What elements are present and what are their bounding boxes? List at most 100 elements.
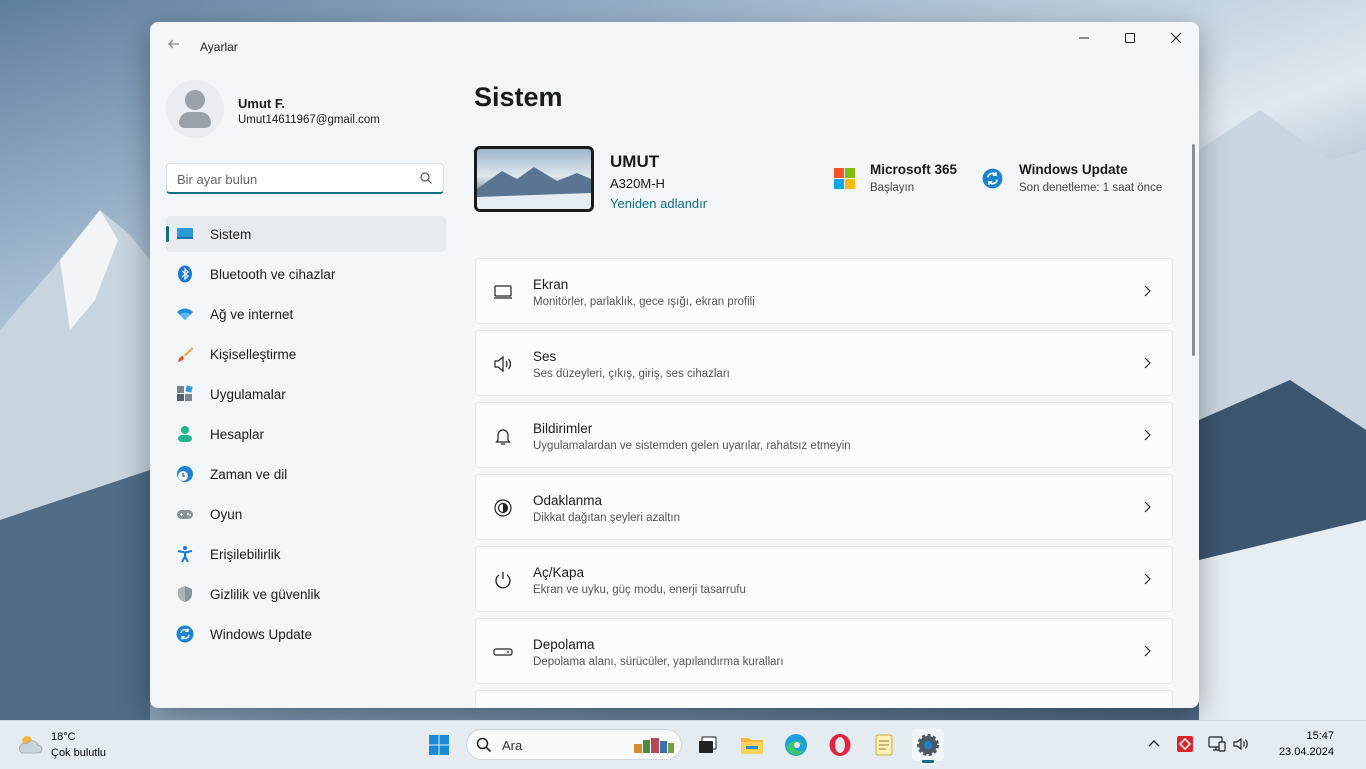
opera-button[interactable] — [824, 729, 856, 761]
sidebar-item-bluetooth[interactable]: Bluetooth ve cihazlar — [166, 256, 446, 292]
rename-device-link[interactable]: Yeniden adlandır — [610, 196, 707, 211]
globe-clock-icon — [177, 466, 193, 482]
card-title: Ses — [533, 349, 557, 364]
notepad-button[interactable] — [868, 729, 900, 761]
card-title: Ekran — [533, 277, 569, 292]
start-button[interactable] — [423, 729, 455, 761]
sidebar-item-time-language[interactable]: Zaman ve dil — [166, 456, 446, 492]
sidebar-item-label: Bluetooth ve cihazlar — [210, 267, 336, 282]
settings-list: Ekran Monitörler, parlaklık, gece ışığı,… — [475, 258, 1173, 708]
sidebar-item-label: Oyun — [210, 507, 243, 522]
sidebar-item-personalization[interactable]: Kişiselleştirme — [166, 336, 446, 372]
promo-subtitle: Son denetleme: 1 saat önce — [1019, 182, 1163, 194]
edge-icon — [785, 734, 807, 756]
page-title: Sistem — [474, 82, 563, 112]
volume-icon[interactable] — [1232, 735, 1250, 753]
focus-icon — [494, 499, 512, 517]
task-view-button[interactable] — [692, 729, 724, 761]
card-subtitle: Uygulamalardan ve sistemden gelen uyarıl… — [533, 440, 851, 452]
search-icon — [420, 172, 432, 184]
sync-icon — [982, 168, 1003, 189]
sidebar-item-label: Gizlilik ve güvenlik — [210, 587, 321, 602]
sidebar-item-sistem[interactable]: Sistem — [166, 216, 446, 252]
sidebar-item-accounts[interactable]: Hesaplar — [166, 416, 446, 452]
device-name: UMUT — [610, 152, 660, 171]
card-subtitle: Monitörler, parlaklık, gece ışığı, ekran… — [533, 296, 755, 308]
maximize-button[interactable] — [1107, 22, 1153, 54]
sidebar-item-label: Kişiselleştirme — [210, 347, 297, 362]
card-title: Depolama — [533, 637, 595, 652]
chevron-right-icon — [1144, 645, 1151, 657]
app-title: Ayarlar — [200, 40, 238, 54]
clock-time[interactable]: 15:47 — [1294, 730, 1334, 742]
wallpaper-preview-image — [477, 167, 591, 209]
settings-search-box[interactable] — [166, 163, 444, 194]
sidebar-item-label: Erişilebilirlik — [210, 547, 281, 562]
sidebar-item-gaming[interactable]: Oyun — [166, 496, 446, 532]
device-wallpaper-thumbnail[interactable] — [474, 146, 594, 212]
sidebar-item-accessibility[interactable]: Erişilebilirlik — [166, 536, 446, 572]
settings-card-storage[interactable]: Depolama Depolama alanı, sürücüler, yapı… — [475, 618, 1173, 684]
anydesk-icon[interactable] — [1176, 735, 1194, 753]
close-icon — [1170, 32, 1182, 44]
sidebar-item-label: Windows Update — [210, 627, 313, 642]
settings-taskbar-button[interactable] — [912, 729, 944, 763]
file-explorer-icon — [741, 738, 763, 754]
title-bar: Ayarlar — [150, 22, 1199, 70]
power-icon — [495, 572, 511, 589]
avatar[interactable] — [166, 80, 224, 138]
chevron-up-icon[interactable] — [1145, 735, 1163, 753]
sidebar-item-label: Hesaplar — [210, 427, 265, 442]
search-icon — [476, 737, 492, 753]
back-button[interactable] — [166, 36, 184, 54]
taskbar-search[interactable]: Ara — [466, 729, 682, 760]
settings-card-partial[interactable] — [475, 690, 1173, 708]
chevron-right-icon — [1144, 357, 1151, 369]
sidebar-item-windows-update[interactable]: Windows Update — [166, 616, 446, 652]
sync-icon — [176, 625, 194, 643]
clock-date[interactable]: 23.04.2024 — [1262, 746, 1334, 758]
person-icon — [178, 426, 192, 442]
search-highlight-icon — [634, 738, 674, 753]
maximize-icon — [1125, 33, 1135, 43]
weather-temperature[interactable]: 18°C — [51, 731, 76, 743]
sidebar-item-privacy[interactable]: Gizlilik ve güvenlik — [166, 576, 446, 612]
promo-title: Windows Update — [1019, 162, 1128, 177]
bluetooth-icon — [178, 265, 192, 283]
scrollbar-thumb[interactable] — [1192, 144, 1195, 356]
sidebar-item-label: Zaman ve dil — [210, 467, 288, 482]
sidebar-item-network[interactable]: Ağ ve internet — [166, 296, 446, 332]
close-button[interactable] — [1153, 22, 1199, 54]
settings-card-notifications[interactable]: Bildirimler Uygulamalardan ve sistemden … — [475, 402, 1173, 468]
wifi-icon — [177, 308, 193, 320]
card-title: Odaklanma — [533, 493, 603, 508]
sidebar-item-label: Uygulamalar — [210, 387, 286, 402]
sidebar-item-label: Sistem — [210, 227, 252, 242]
settings-card-sound[interactable]: Ses Ses düzeyleri, çıkış, giriş, ses cih… — [475, 330, 1173, 396]
apps-icon — [177, 385, 193, 401]
file-explorer-button[interactable] — [736, 729, 768, 761]
edge-button[interactable] — [780, 729, 812, 761]
monitor-icon — [177, 228, 193, 239]
sidebar-item-apps[interactable]: Uygulamalar — [166, 376, 446, 412]
weather-condition[interactable]: Çok bulutlu — [51, 747, 106, 759]
taskbar: 18°C Çok bulutlu Ara 15:47 23.04.2024 — [0, 720, 1366, 769]
promo-title: Microsoft 365 — [870, 162, 958, 177]
speaker-icon — [494, 355, 512, 373]
brush-icon — [178, 347, 193, 362]
display-icon — [494, 285, 512, 299]
card-title: Aç/Kapa — [533, 565, 585, 580]
minimize-button[interactable] — [1061, 22, 1107, 54]
gamepad-icon — [177, 510, 193, 519]
cloud-sun-icon — [18, 736, 43, 754]
shield-icon — [178, 586, 192, 602]
settings-search-input[interactable] — [175, 169, 419, 189]
taskbar-search-label: Ara — [502, 738, 523, 753]
network-icon[interactable] — [1208, 735, 1226, 753]
card-subtitle: Dikkat dağıtan şeyleri azaltın — [533, 512, 681, 524]
card-subtitle: Depolama alanı, sürücüler, yapılandırma … — [533, 656, 784, 668]
sidebar-nav: Sistem Bluetooth ve cihazlar Ağ ve inter… — [166, 216, 446, 656]
settings-card-focus[interactable]: Odaklanma Dikkat dağıtan şeyleri azaltın — [475, 474, 1173, 540]
settings-card-display[interactable]: Ekran Monitörler, parlaklık, gece ışığı,… — [475, 258, 1173, 324]
settings-card-power[interactable]: Aç/Kapa Ekran ve uyku, güç modu, enerji … — [475, 546, 1173, 612]
